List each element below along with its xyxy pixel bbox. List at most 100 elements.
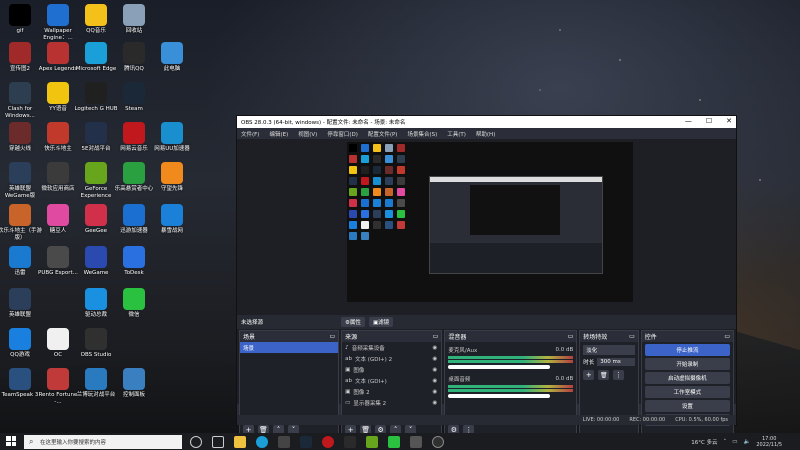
tray-arrow-icon[interactable]: ˄ — [724, 439, 727, 445]
desktop-icon[interactable]: 微软应用商店 — [38, 162, 78, 210]
eye-icon[interactable]: ◉ — [433, 367, 438, 373]
source-item[interactable]: ▣ 图像 2 ◉ — [342, 386, 441, 397]
app-icon — [47, 122, 69, 144]
source-item[interactable]: ♪ 音频采集设备 ◉ — [342, 342, 441, 353]
eye-icon[interactable]: ◉ — [433, 389, 438, 395]
source-item[interactable]: ab 文本 (GDI+) ◉ — [342, 375, 441, 386]
eye-icon[interactable]: ◉ — [433, 400, 438, 406]
desktop-icon[interactable]: Rento Fortune -... — [38, 368, 78, 416]
stop-streaming-button[interactable]: 停止推流 — [644, 344, 730, 356]
undock-icon[interactable]: ▭ — [568, 333, 574, 340]
menu-help[interactable]: 帮助(H) — [476, 130, 495, 138]
desktop-icon[interactable]: 此电脑 — [152, 42, 192, 90]
menu-docks[interactable]: 停靠窗口(D) — [327, 130, 358, 138]
desktop-icon[interactable]: ToDesk — [114, 246, 154, 294]
close-icon[interactable]: ✕ — [726, 117, 732, 125]
obs-window[interactable]: OBS 28.0.3 (64-bit, windows) - 配置文件: 未命名… — [236, 115, 737, 438]
desktop-icon[interactable]: 迅雷 — [0, 246, 40, 294]
eye-icon[interactable]: ◉ — [433, 356, 438, 362]
filters-button[interactable]: ▣滤镜 — [368, 317, 394, 327]
desktop-icon[interactable]: 英雄联盟 WeGame版 — [0, 162, 40, 210]
network-icon[interactable]: ▭ — [732, 439, 737, 445]
start-recording-button[interactable]: 开始录制 — [644, 358, 730, 370]
minimize-icon[interactable]: — — [685, 117, 692, 125]
preview-icon — [349, 210, 357, 218]
controls-dock-title: 控件 — [644, 334, 657, 341]
volume-icon[interactable]: 🔈 — [744, 439, 751, 445]
undock-icon[interactable]: ▭ — [330, 333, 336, 340]
app-icon — [9, 204, 31, 226]
desktop-icon[interactable]: TeamSpeak 3 — [0, 368, 40, 416]
desktop-icon-label: 守望先锋 — [160, 186, 183, 192]
clock-date: 2022/11/5 — [756, 441, 782, 448]
preview-area[interactable]: 未选择源 ⚙属性 ▣滤镜 场景 ▭ 场景 + 🗑 ˄ ˅ 来源 ▭ ♪ 音频采集… — [237, 139, 736, 438]
weather-text[interactable]: 16°C 多云 — [691, 438, 717, 446]
undock-icon[interactable]: ▭ — [433, 333, 439, 340]
desktop-icon[interactable]: 乐高悬赏者中心 — [114, 162, 154, 210]
desktop-icon[interactable]: 控制面板 — [114, 368, 154, 416]
desktop-icon[interactable]: 暴雪战网 — [152, 204, 192, 252]
menu-view[interactable]: 视图(V) — [298, 130, 317, 138]
desktop-icon[interactable]: 守望先锋 — [152, 162, 192, 210]
app-icon — [9, 122, 31, 144]
trash-icon[interactable]: 🗑 — [598, 370, 610, 380]
edge-icon[interactable] — [256, 435, 268, 448]
eye-icon[interactable]: ◉ — [433, 378, 438, 384]
netease-music-icon[interactable] — [322, 435, 334, 448]
menu-scene-collection[interactable]: 场景集合(S) — [407, 130, 437, 138]
channel-name: 麦克风/Aux — [448, 347, 478, 354]
menu-profile[interactable]: 配置文件(P) — [368, 130, 398, 138]
nvidia-icon[interactable] — [366, 435, 378, 448]
store-icon[interactable] — [278, 435, 290, 448]
duration-input[interactable]: 300 ms — [597, 358, 635, 366]
desktop-icon[interactable]: 兰博玩对战平台 — [76, 368, 116, 416]
desktop-icon[interactable]: WeGame — [76, 246, 116, 294]
source-item[interactable]: ab 文本 (GDI+) 2 ◉ — [342, 353, 441, 364]
desktop-icon[interactable]: GeForce Experience — [76, 162, 116, 210]
obs-taskbar-icon[interactable] — [432, 435, 444, 448]
preview-icon — [349, 199, 357, 207]
wechat-icon[interactable] — [388, 435, 400, 448]
obs-title-text: OBS 28.0.3 (64-bit, windows) - 配置文件: 未命名… — [241, 120, 406, 126]
app-icon — [9, 42, 31, 64]
clock[interactable]: 17:00 2022/11/5 — [756, 436, 782, 448]
widgets-icon[interactable] — [212, 435, 224, 448]
undock-icon[interactable]: ▭ — [724, 333, 730, 340]
preview-icon — [361, 221, 369, 229]
maximize-icon[interactable]: ☐ — [706, 117, 712, 125]
obs-title-bar[interactable]: OBS 28.0.3 (64-bit, windows) - 配置文件: 未命名… — [237, 116, 736, 128]
mixer-channel-header: 麦克风/Aux 0.0 dB — [445, 344, 576, 355]
desktop-icon[interactable]: 迅游加速器 — [114, 204, 154, 252]
add-icon[interactable]: + — [583, 370, 595, 380]
desktop-icon[interactable]: PUBG Esport... — [38, 246, 78, 294]
menu-file[interactable]: 文件(F) — [241, 130, 259, 138]
desktop-icon[interactable]: 糖豆人 — [38, 204, 78, 252]
source-label: 显示器采集 2 — [353, 400, 387, 407]
menu-edit[interactable]: 编辑(E) — [269, 130, 288, 138]
settings-button[interactable]: 设置 — [644, 400, 730, 412]
app-icon[interactable] — [410, 435, 422, 448]
scene-item[interactable]: 场景 — [240, 342, 339, 353]
file-explorer-icon[interactable] — [234, 435, 246, 448]
more-icon[interactable]: ⋮ — [613, 370, 625, 380]
undock-icon[interactable]: ▭ — [629, 333, 635, 340]
desktop-icon[interactable]: GeeGee — [76, 204, 116, 252]
volume-slider[interactable] — [448, 394, 551, 398]
menu-tools[interactable]: 工具(T) — [447, 130, 466, 138]
desktop-icon[interactable]: 微信 — [114, 288, 154, 336]
properties-button[interactable]: ⚙属性 — [341, 317, 365, 327]
source-item[interactable]: ▭ 显示器采集 2 ◉ — [342, 397, 441, 408]
preview-icon — [373, 188, 381, 196]
desktop-icon[interactable]: 欢乐斗地主（手游版） — [0, 204, 42, 252]
taskbar-search[interactable]: 在这里输入你要搜索的内容 — [24, 434, 182, 449]
qq-icon[interactable] — [344, 435, 356, 448]
controls-dock-header: 控件 ▭ — [641, 331, 733, 342]
windows-start-icon[interactable] — [6, 436, 16, 446]
virtual-camera-button[interactable]: 启动虚拟摄像机 — [644, 372, 730, 384]
transition-select[interactable]: 淡化 — [583, 345, 635, 355]
source-item[interactable]: ▣ 图像 ◉ — [342, 364, 441, 375]
steam-icon[interactable] — [300, 435, 312, 448]
task-view-icon[interactable] — [190, 435, 202, 448]
studio-mode-button[interactable]: 工作室模式 — [644, 386, 730, 398]
eye-icon[interactable]: ◉ — [433, 345, 438, 351]
